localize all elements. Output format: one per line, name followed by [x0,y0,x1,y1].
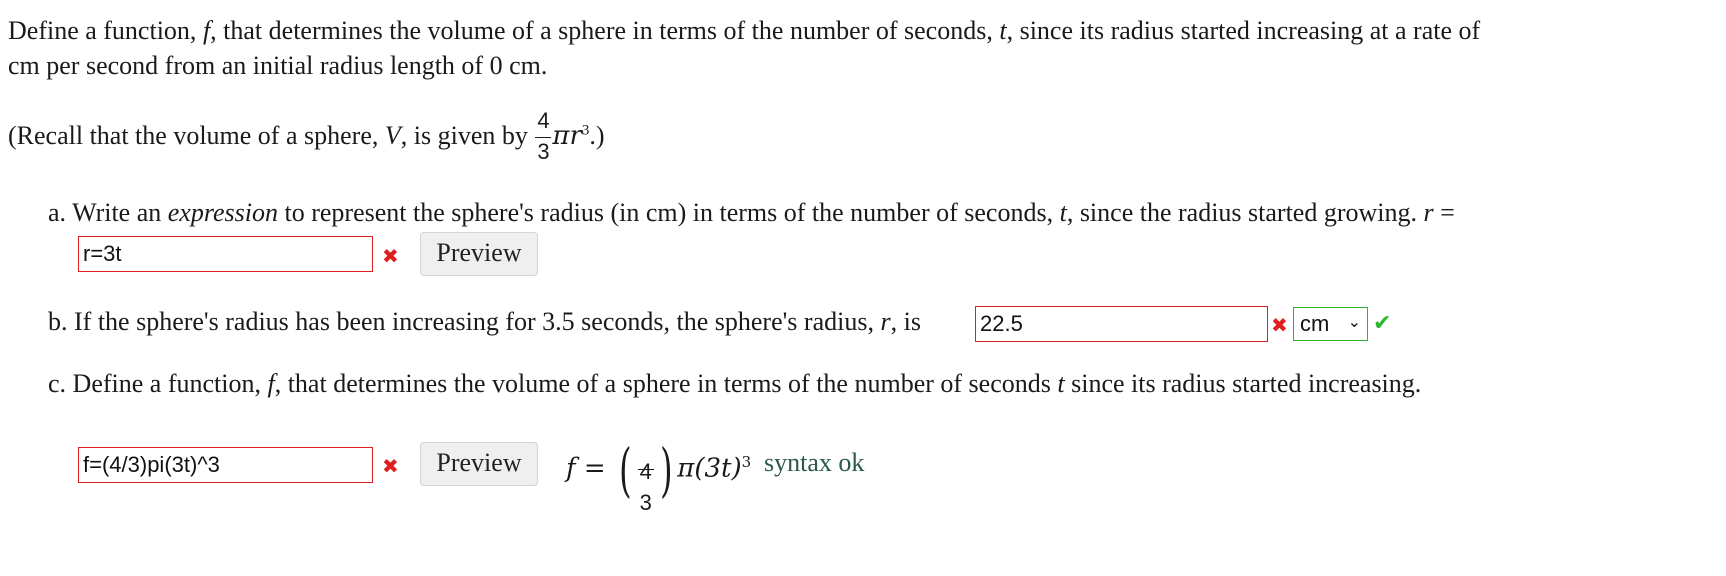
left-paren: ( [619,435,632,504]
question-text: , that determines the volume of a sphere… [274,369,1058,398]
var-t: t [1059,198,1067,227]
fraction-denominator: 3 [537,139,550,164]
intro-line-2: cm per second from an initial radius len… [8,51,548,80]
intro-line-1: Define a function, f, that determines th… [8,16,1480,46]
unit-select[interactable]: cm ⌄ [1293,307,1368,341]
question-text: c. Define a function, [48,369,268,398]
recall-line: (Recall that the volume of a sphere, V, … [8,108,605,168]
var-r: r [880,307,891,336]
preview-body: π(3t) [677,453,742,484]
part-c-question: c. Define a function, f, that determines… [48,369,1421,399]
incorrect-icon: ✖ [382,244,399,268]
syntax-status: syntax ok [764,448,865,477]
equals-sign: = [1433,198,1455,227]
var-V: V [384,120,401,150]
intro-text: , since its radius started increasing at… [1006,16,1481,45]
exponent: 3 [741,453,752,471]
correct-icon: ✔ [1373,311,1392,336]
emphasis: expression [167,198,278,227]
fraction-bar [637,468,654,470]
recall-text: , is given by [400,120,535,150]
pi-r: πr [552,120,582,151]
part-b-question: b. If the sphere's radius has been incre… [48,307,921,337]
part-c-preview-button[interactable]: Preview [420,442,538,486]
recall-text: .) [589,120,605,150]
unit-select-value: cm [1300,311,1330,336]
var-t: t [1057,369,1065,398]
part-a-question: a. Write an expression to represent the … [48,198,1455,228]
recall-text: (Recall that the volume of a sphere, [8,120,385,150]
intro-text: Define a function, [8,16,203,45]
math-preview: f = (4 3) π(3t)3 [566,430,752,515]
incorrect-icon: ✖ [382,454,399,478]
var-r: r [1423,198,1434,227]
preview-equals: = [575,453,614,484]
part-a-answer-input[interactable]: r=3t [78,236,373,272]
var-f: f [267,369,275,398]
fraction-denominator: 3 [639,489,652,515]
question-text: a. Write an [48,198,168,227]
fraction: 43 [534,108,552,168]
intro-text: , that determines the volume of a sphere… [210,16,1000,45]
question-text: , is [890,307,921,336]
fraction-bar [535,137,552,138]
question-text: , since the radius started growing. [1066,198,1424,227]
question-text: to represent the sphere's radius (in cm)… [278,198,1060,227]
part-c-answer-input[interactable]: f=(4/3)pi(3t)^3 [78,447,373,483]
part-b-answer-input[interactable]: 22.5 [975,306,1268,342]
preview-f: f [566,453,576,484]
part-a-preview-button[interactable]: Preview [420,232,538,276]
right-paren: ) [659,435,673,504]
question-text: since its radius started increasing. [1064,369,1422,398]
fraction-numerator: 4 [537,108,550,133]
question-text: b. If the sphere's radius has been incre… [48,307,881,336]
preview-fraction: 43 [637,440,655,515]
chevron-down-icon: ⌄ [1347,314,1361,331]
incorrect-icon: ✖ [1271,313,1288,337]
var-t: t [999,16,1007,45]
